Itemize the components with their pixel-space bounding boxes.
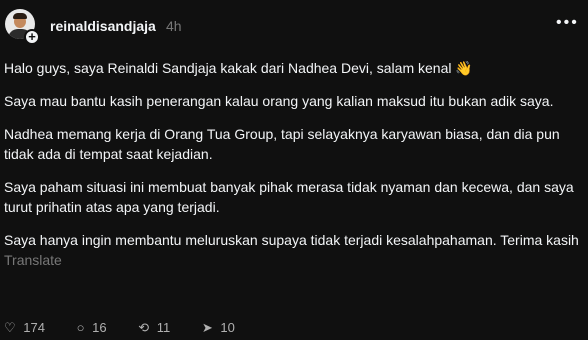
heart-icon: ♡ [4,320,16,335]
post-body: Halo guys, saya Reinaldi Sandjaja kakak … [4,58,584,283]
post-time: 4h [166,18,182,34]
comment-button[interactable]: ○ 16 [77,320,107,335]
like-button[interactable]: ♡ 174 [4,320,45,336]
post-paragraph-4: Saya paham situasi ini membuat banyak pi… [4,179,574,215]
comment-count: 16 [92,320,107,335]
share-count: 10 [220,320,235,335]
action-bar: ♡ 174 ○ 16 ⟲ 11 ➤ 10 [4,320,263,340]
post-paragraph-5: Saya hanya ingin membantu meluruskan sup… [4,230,584,270]
post-paragraph-2: Saya mau bantu kasih penerangan kalau or… [4,93,554,109]
share-button[interactable]: ➤ 10 [202,320,235,336]
translate-link[interactable]: Translate [4,252,62,268]
avatar-hair [13,13,27,19]
username[interactable]: reinaldisandjaja [50,18,156,34]
post-paragraph-1: Halo guys, saya Reinaldi Sandjaja kakak … [4,60,473,76]
repost-button[interactable]: ⟲ 11 [138,320,170,336]
post-header: + reinaldisandjaja 4h ••• [0,0,588,48]
plus-icon[interactable]: + [24,29,40,45]
share-icon: ➤ [201,320,213,335]
comment-icon: ○ [76,320,85,335]
post-paragraph-5-text: Saya hanya ingin membantu meluruskan sup… [4,232,579,248]
like-count: 174 [23,320,45,335]
more-icon[interactable]: ••• [556,14,586,34]
repost-icon: ⟲ [138,320,150,335]
post-paragraph-3: Nadhea memang kerja di Orang Tua Group, … [4,126,560,162]
repost-count: 11 [156,320,171,335]
